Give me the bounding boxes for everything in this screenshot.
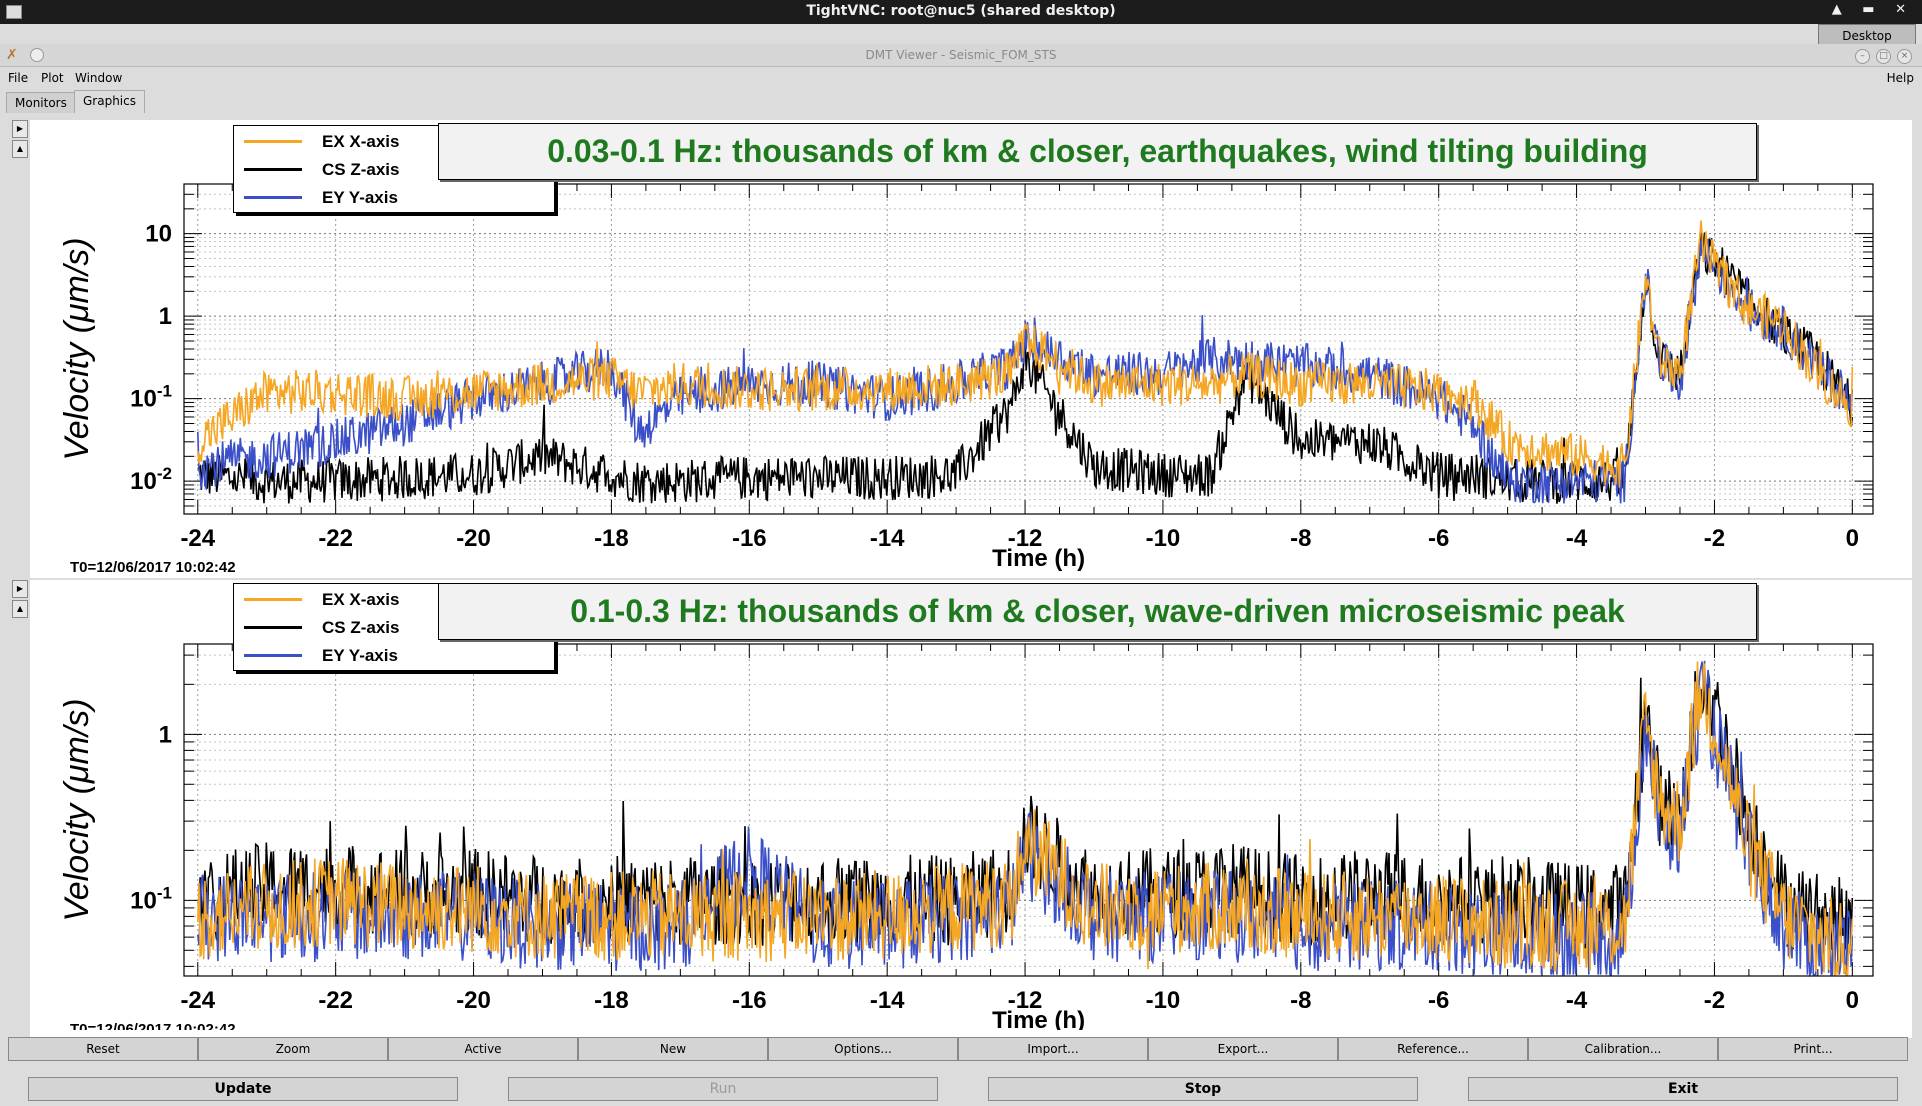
x-tick-label: -14 <box>870 987 905 1014</box>
x-tick-label: -4 <box>1566 987 1588 1014</box>
banner-1: 0.03-0.1 Hz: thousands of km & closer, e… <box>438 123 1757 180</box>
window-controls[interactable]: ▲ ▬ ✕ <box>1832 2 1914 17</box>
x-tick-label: -14 <box>870 525 905 552</box>
y-tick-label: 10 <box>145 221 172 248</box>
plot-pad-1[interactable]: -24 -22 -20 -18 -16 -14 -12 -10 -8 -6 -4 -2 0 10 1 10-1… <box>30 120 1912 578</box>
menu-file[interactable]: File <box>8 71 28 85</box>
y-tick-label: 10-2 <box>130 464 172 495</box>
arrow-up-icon[interactable]: ▲ <box>12 600 28 618</box>
control-button-row: Update Run Stop Exit <box>0 1075 1922 1103</box>
legend-line-ey <box>244 196 302 199</box>
new-button[interactable]: New <box>578 1037 768 1061</box>
exit-button[interactable]: Exit <box>1468 1077 1898 1101</box>
x-tick-label: 0 <box>1846 525 1859 552</box>
t0-label: T0=12/06/2017 10:02:42 <box>70 559 236 576</box>
x-tick-label: -6 <box>1428 987 1449 1014</box>
x-tick-label: -22 <box>318 987 353 1014</box>
app-title: DMT Viewer - Seismic_FOM_STS <box>865 48 1057 62</box>
y-tick-label: 10-1 <box>130 883 172 914</box>
x-tick-label: -2 <box>1704 987 1725 1014</box>
minimize-icon[interactable]: – <box>1855 49 1870 64</box>
run-button[interactable]: Run <box>508 1077 938 1101</box>
y-tick-label: 1 <box>159 303 172 330</box>
calibration-button[interactable]: Calibration... <box>1528 1037 1718 1061</box>
export-button[interactable]: Export... <box>1148 1037 1338 1061</box>
x-tick-label: -6 <box>1428 525 1449 552</box>
app-window-controls[interactable]: – □ × <box>1849 47 1912 64</box>
x-tick-label: -10 <box>1146 987 1181 1014</box>
stop-button[interactable]: Stop <box>988 1077 1418 1101</box>
app-titlebar: ✗ DMT Viewer - Seismic_FOM_STS – □ × <box>0 44 1922 67</box>
legend-label: EY Y-axis <box>322 646 398 665</box>
window-title: TightVNC: root@nuc5 (shared desktop) <box>806 3 1116 19</box>
menu-help[interactable]: Help <box>1887 71 1914 85</box>
legend-line-ey <box>244 654 302 657</box>
menubar: File Plot Window Help <box>0 67 1922 89</box>
x-tick-label: -4 <box>1566 525 1588 552</box>
legend-item: EY Y-axis <box>244 643 544 667</box>
arrow-right-icon[interactable]: ▶ <box>12 580 28 598</box>
x-axis-label: Time (h) <box>992 545 1085 572</box>
maximize-icon[interactable]: □ <box>1876 49 1891 64</box>
x-tick-label: 0 <box>1846 987 1859 1014</box>
y-axis-label: Velocity (μm/s) <box>58 237 96 460</box>
x-tick-label: -24 <box>180 525 215 552</box>
legend-label: CS Z-axis <box>322 160 400 179</box>
menu-plot[interactable]: Plot <box>41 71 64 85</box>
t0-label: T0=12/06/2017 10:02:42 <box>70 1021 236 1030</box>
options-button[interactable]: Options... <box>768 1037 958 1061</box>
y-tick-label: 1 <box>159 721 172 748</box>
y-axis-label: Velocity (μm/s) <box>58 698 96 921</box>
import-button[interactable]: Import... <box>958 1037 1148 1061</box>
x-tick-label: -16 <box>732 987 767 1014</box>
x-tick-label: -18 <box>594 525 629 552</box>
x-tick-label: -16 <box>732 525 767 552</box>
x-tick-label: -2 <box>1704 525 1725 552</box>
menu-window[interactable]: Window <box>75 71 122 85</box>
pad2-side-controls[interactable]: ▶ ▲ <box>12 580 28 620</box>
x-tick-label: -22 <box>318 525 353 552</box>
legend-label: CS Z-axis <box>322 618 400 637</box>
legend-line-cs <box>244 626 302 629</box>
arrow-up-icon[interactable]: ▲ <box>12 140 28 158</box>
legend-line-ex <box>244 598 302 601</box>
legend-label: EX X-axis <box>322 132 400 151</box>
x-tick-label: -24 <box>180 987 215 1014</box>
zoom-button[interactable]: Zoom <box>198 1037 388 1061</box>
banner-2: 0.1-0.3 Hz: thousands of km & closer, wa… <box>438 583 1757 640</box>
x-tick-label: -8 <box>1290 525 1311 552</box>
tab-monitors[interactable]: Monitors <box>6 92 76 113</box>
x-tick-label: -20 <box>456 525 491 552</box>
reference-button[interactable]: Reference... <box>1338 1037 1528 1061</box>
x-tick-label: -18 <box>594 987 629 1014</box>
legend-line-ex <box>244 140 302 143</box>
reset-button[interactable]: Reset <box>8 1037 198 1061</box>
legend-label: EX X-axis <box>322 590 400 609</box>
x-tick-label: -10 <box>1146 525 1181 552</box>
legend-line-cs <box>244 168 302 171</box>
legend-label: EY Y-axis <box>322 188 398 207</box>
legend-item: EY Y-axis <box>244 185 544 209</box>
x-axis-label: Time (h) <box>992 1007 1085 1030</box>
x-tick-label: -8 <box>1290 987 1311 1014</box>
y-tick-label: 10-1 <box>130 382 172 413</box>
arrow-right-icon[interactable]: ▶ <box>12 120 28 138</box>
tab-graphics[interactable]: Graphics <box>74 90 145 113</box>
plot-button-row: Reset Zoom Active New Options... Import.… <box>8 1037 1908 1061</box>
pad1-side-controls[interactable]: ▶ ▲ <box>12 120 28 160</box>
active-button[interactable]: Active <box>388 1037 578 1061</box>
update-button[interactable]: Update <box>28 1077 458 1101</box>
plot-pad-2[interactable]: -24 -22 -20 -18 -16 -14 -12 -10 -8 -6 -4 -2 0 1 10-1 Ti… <box>30 580 1912 1038</box>
print-button[interactable]: Print... <box>1718 1037 1908 1061</box>
vnc-titlebar: TightVNC: root@nuc5 (shared desktop) ▲ ▬… <box>0 0 1922 24</box>
close-icon[interactable]: × <box>1897 49 1912 64</box>
x-tick-label: -20 <box>456 987 491 1014</box>
